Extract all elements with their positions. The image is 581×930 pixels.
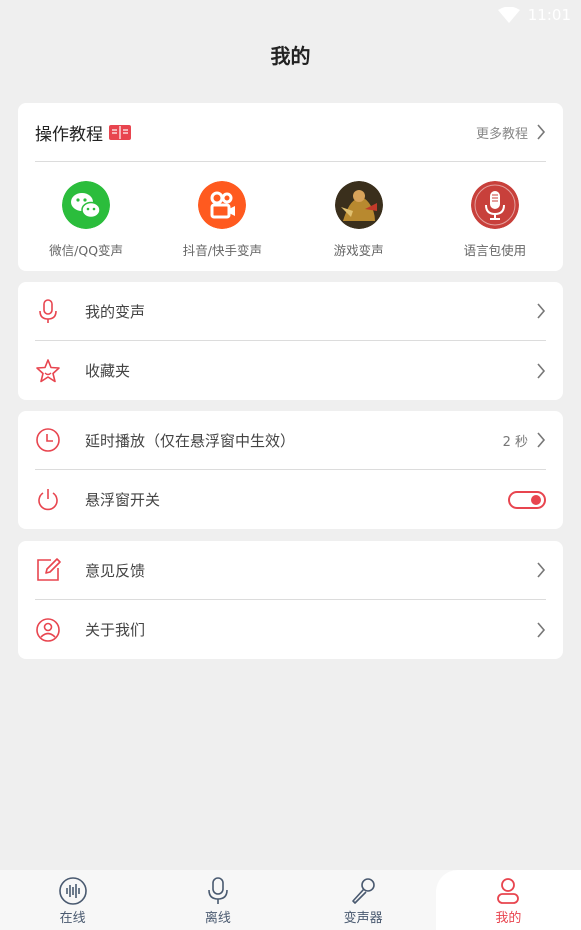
game-avatar-icon	[334, 181, 383, 229]
clock-icon	[36, 428, 60, 452]
chevron-right-icon	[537, 432, 546, 448]
menu-item-about-us[interactable]: 关于我们	[35, 600, 546, 659]
menu-item-my-voices[interactable]: 我的变声	[35, 282, 546, 341]
tutorial-title: 操作教程	[35, 120, 131, 145]
menu-item-label: 意见反馈	[85, 561, 146, 580]
menu-item-favorites[interactable]: 收藏夹	[35, 341, 546, 400]
chevron-right-icon	[537, 124, 546, 140]
wifi-icon	[497, 7, 520, 23]
chevron-right-icon	[537, 562, 546, 578]
tutorial-item-label: 抖音/快手变声	[182, 243, 262, 258]
microphone-icon	[470, 181, 519, 229]
bottom-tab-bar: 在线 离线 变声器 我的	[0, 870, 581, 930]
chevron-right-icon	[537, 303, 546, 319]
menu-card-voices: 我的变声 收藏夹	[18, 282, 563, 400]
delay-value-text: 2 秒	[502, 434, 528, 450]
menu-item-label: 延时播放（仅在悬浮窗中生效）	[85, 431, 296, 450]
tutorial-item-language[interactable]: 语言包使用	[427, 181, 563, 259]
book-icon	[109, 125, 131, 140]
tab-label: 离线	[204, 911, 231, 926]
tutorial-card: 操作教程 更多教程 微信/QQ变声 抖音/快手变声 游戏变声 语言包使用	[18, 103, 563, 271]
tutorial-items: 微信/QQ变声 抖音/快手变声 游戏变声 语言包使用	[18, 181, 563, 259]
tab-online[interactable]: 在线	[0, 870, 145, 930]
menu-card-settings: 延时播放（仅在悬浮窗中生效） 2 秒 悬浮窗开关	[18, 411, 563, 529]
person-icon	[497, 878, 520, 904]
tab-label: 我的	[495, 911, 522, 926]
tutorial-title-label: 操作教程	[35, 124, 103, 145]
tutorial-item-wechat[interactable]: 微信/QQ变声	[18, 181, 154, 259]
edit-icon	[37, 558, 61, 581]
more-tutorials-link[interactable]: 更多教程	[476, 123, 546, 142]
tab-mine[interactable]: 我的	[435, 870, 581, 930]
menu-item-label: 我的变声	[85, 302, 146, 321]
tab-label: 变声器	[343, 911, 383, 926]
karaoke-mic-icon	[352, 878, 375, 904]
star-icon	[36, 358, 60, 382]
menu-item-feedback[interactable]: 意见反馈	[35, 541, 546, 600]
tab-label: 在线	[59, 911, 86, 926]
user-circle-icon	[36, 617, 60, 642]
waveform-icon	[58, 877, 87, 905]
chevron-right-icon	[537, 621, 546, 638]
tutorial-item-label: 游戏变声	[333, 243, 384, 258]
menu-item-label: 关于我们	[85, 621, 146, 639]
tutorial-item-label: 语言包使用	[463, 243, 527, 258]
tutorial-header: 操作教程 更多教程	[35, 103, 546, 162]
tab-offline[interactable]: 离线	[145, 870, 290, 930]
kuaishou-icon	[198, 181, 247, 229]
tab-voice-changer[interactable]: 变声器	[291, 870, 436, 930]
power-icon	[38, 488, 58, 510]
wechat-icon	[62, 181, 111, 229]
more-tutorials-label: 更多教程	[475, 126, 528, 142]
status-bar: 11:01	[0, 0, 581, 30]
toggle-knob	[531, 494, 541, 505]
status-time: 11:01	[527, 6, 571, 24]
page-title: 我的	[270, 44, 311, 68]
menu-item-delay-playback[interactable]: 延时播放（仅在悬浮窗中生效） 2 秒	[35, 411, 546, 470]
menu-item-floating-window: 悬浮窗开关	[35, 470, 546, 529]
menu-item-label: 收藏夹	[85, 362, 131, 380]
menu-item-label: 悬浮窗开关	[85, 491, 161, 509]
chevron-right-icon	[537, 362, 546, 379]
menu-card-about: 意见反馈 关于我们	[18, 541, 563, 659]
floating-window-toggle[interactable]	[508, 490, 546, 509]
tutorial-item-label: 微信/QQ变声	[49, 243, 124, 258]
delay-value: 2 秒	[503, 431, 546, 450]
mic-tab-icon	[208, 877, 228, 904]
tutorial-item-game[interactable]: 游戏变声	[291, 181, 427, 259]
microphone-outline-icon	[39, 299, 57, 323]
tutorial-item-douyin[interactable]: 抖音/快手变声	[154, 181, 290, 259]
